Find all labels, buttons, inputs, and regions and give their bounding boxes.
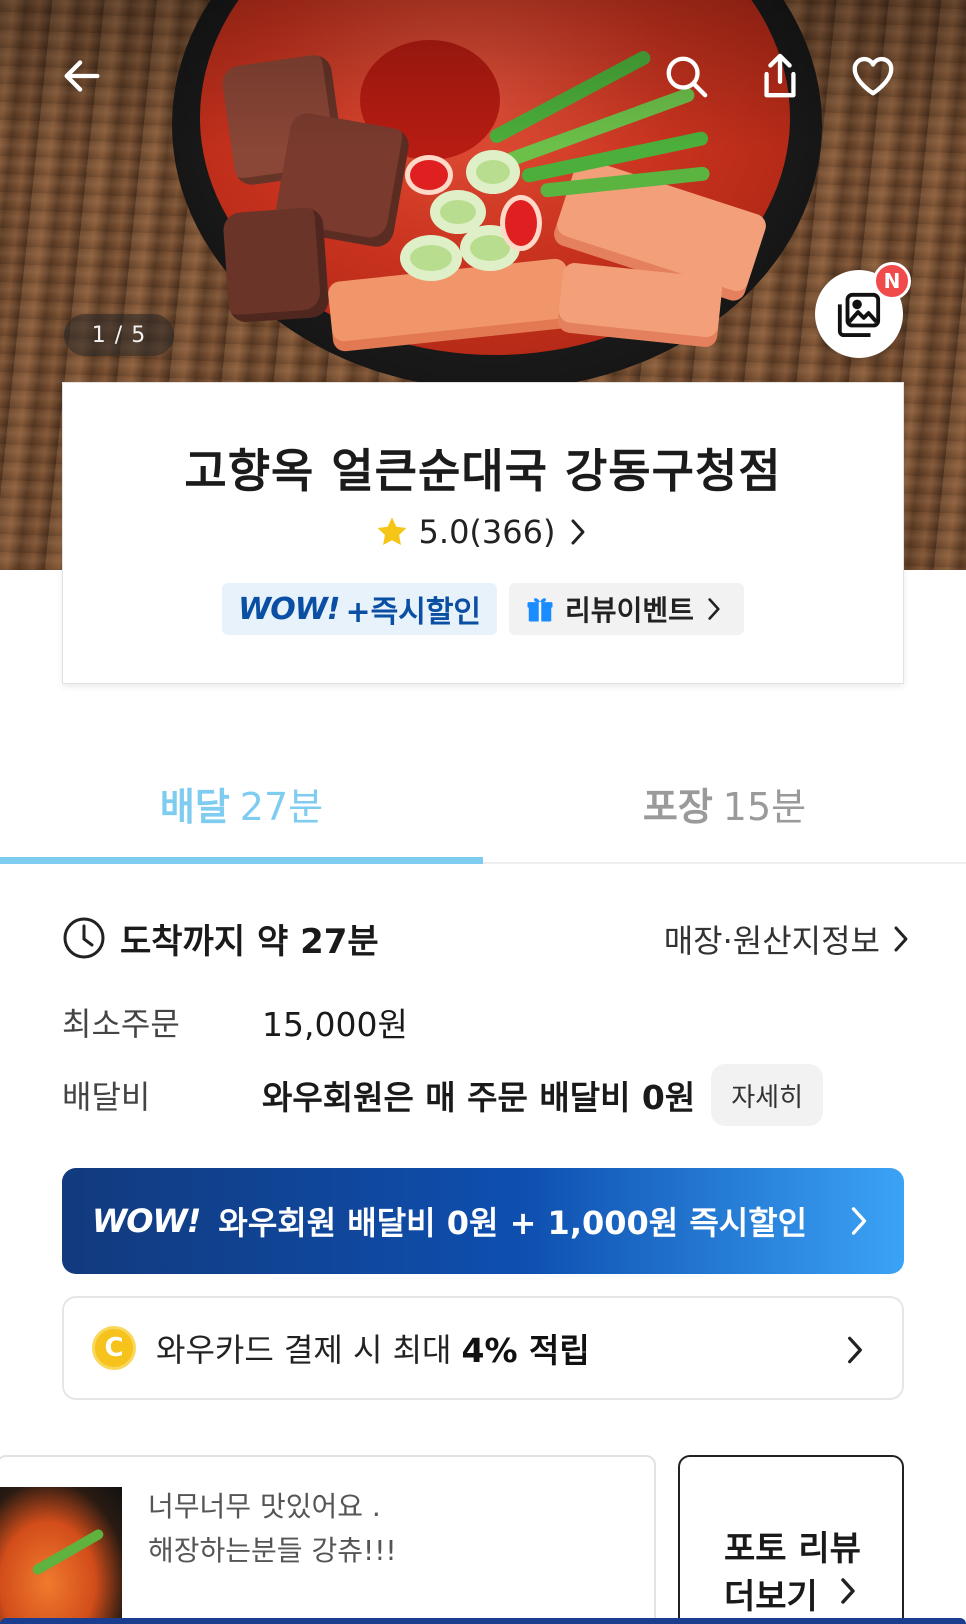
store-card: 고향옥 얼큰순대국 강동구청점 5.0(366) WOW! +즉시할인 리뷰이벤… (62, 382, 904, 684)
bottom-sheet-edge (0, 1618, 966, 1624)
rating-value: 5.0(366) (418, 513, 556, 551)
delivery-fee-value: 와우회원은 매 주문 배달비 0원 (262, 1078, 696, 1117)
delivery-fee-label: 배달비 (62, 1078, 151, 1116)
photo-gallery-button[interactable]: N (815, 262, 911, 358)
store-origin-info-link[interactable]: 매장·원산지정보 (664, 916, 912, 962)
back-arrow-icon (64, 60, 100, 92)
tab-delivery[interactable]: 배달 27분 (0, 756, 483, 864)
wow-logo: WOW! (92, 1202, 201, 1240)
review-line: 해장하는분들 강츄!!! (148, 1534, 397, 1567)
chevron-right-icon (851, 1207, 867, 1235)
onion-ring-shape (430, 190, 486, 234)
heart-icon (852, 56, 894, 96)
hero-top-shade (0, 0, 966, 150)
share-button[interactable] (752, 48, 808, 104)
gift-icon (527, 598, 553, 622)
share-icon (764, 53, 796, 98)
card-banner-highlight: 4% 적립 (461, 1331, 590, 1370)
chevron-right-icon (841, 1578, 855, 1604)
card-banner-text: 와우카드 결제 시 최대 (156, 1331, 452, 1369)
store-badges: WOW! +즉시할인 리뷰이벤트 (63, 583, 903, 635)
photo-gallery-icon (837, 292, 881, 337)
search-button[interactable] (658, 48, 714, 104)
meat-shape (222, 206, 330, 324)
review-photo-detail (30, 1527, 106, 1577)
min-order-label: 최소주문 (62, 1005, 180, 1043)
tab-takeout-time: 15분 (722, 785, 807, 829)
tab-takeout[interactable]: 포장 15분 (483, 756, 966, 862)
store-origin-info-label: 매장·원산지정보 (663, 922, 880, 960)
search-icon (666, 56, 708, 98)
order-type-tabs: 배달 27분 포장 15분 (0, 756, 966, 864)
review-line: 너무너무 맛있어요 . (148, 1490, 381, 1523)
wow-membership-banner[interactable]: WOW! 와우회원 배달비 0원 + 1,000원 즉시할인 (62, 1168, 904, 1274)
min-order-value: 15,000원 (262, 1005, 408, 1044)
review-event-button[interactable]: 리뷰이벤트 (509, 583, 744, 635)
new-badge: N (873, 262, 911, 300)
chevron-right-icon (894, 926, 908, 952)
wow-logo: WOW! (238, 591, 340, 627)
review-preview-card[interactable]: 너무너무 맛있어요 . 해장하는분들 강츄!!! (0, 1455, 656, 1624)
favorite-button[interactable] (845, 48, 901, 104)
chevron-right-icon (848, 1336, 862, 1364)
back-button[interactable] (54, 48, 110, 104)
onion-ring-shape (466, 150, 520, 194)
tab-delivery-time: 27분 (239, 785, 324, 829)
chevron-right-icon (708, 598, 720, 620)
eta-row: 도착까지 약 27분 매장·원산지정보 (62, 910, 912, 966)
review-text: 너무너무 맛있어요 . 해장하는분들 강츄!!! (148, 1485, 397, 1573)
tab-delivery-label: 배달 (159, 785, 230, 829)
star-icon (377, 517, 406, 546)
chili-shape (500, 195, 542, 251)
store-name: 고향옥 얼큰순대국 강동구청점 (184, 444, 782, 498)
wow-card-banner[interactable]: C 와우카드 결제 시 최대 4% 적립 (62, 1296, 904, 1400)
wow-banner-text: 와우회원 배달비 0원 + 1,000원 즉시할인 (218, 1204, 808, 1242)
coin-icon: C (92, 1326, 136, 1370)
review-event-label: 리뷰이벤트 (565, 594, 694, 627)
wow-instant-discount-badge: WOW! +즉시할인 (222, 583, 498, 635)
min-order-row: 최소주문 15,000원 (62, 1000, 912, 1044)
delivery-fee-row: 배달비 와우회원은 매 주문 배달비 0원 자세히 (62, 1064, 912, 1126)
more-photo-reviews-button[interactable]: 포토 리뷰 더보기 (678, 1455, 904, 1624)
chevron-right-icon (571, 519, 585, 545)
rating-link[interactable]: 5.0(366) (63, 513, 903, 551)
onion-ring-shape (400, 235, 462, 281)
chili-shape (405, 155, 453, 195)
delivery-fee-detail-button[interactable]: 자세히 (711, 1064, 824, 1126)
review-photo (0, 1487, 122, 1624)
tab-takeout-label: 포장 (642, 785, 713, 829)
wow-badge-text: +즉시할인 (345, 595, 482, 630)
clock-icon (63, 917, 105, 959)
more-photo-reviews-line2: 더보기 (724, 1577, 818, 1617)
image-counter: 1 / 5 (64, 314, 174, 356)
eta-text: 도착까지 약 27분 (120, 921, 379, 962)
more-photo-reviews-line1: 포토 리뷰 (724, 1529, 861, 1569)
